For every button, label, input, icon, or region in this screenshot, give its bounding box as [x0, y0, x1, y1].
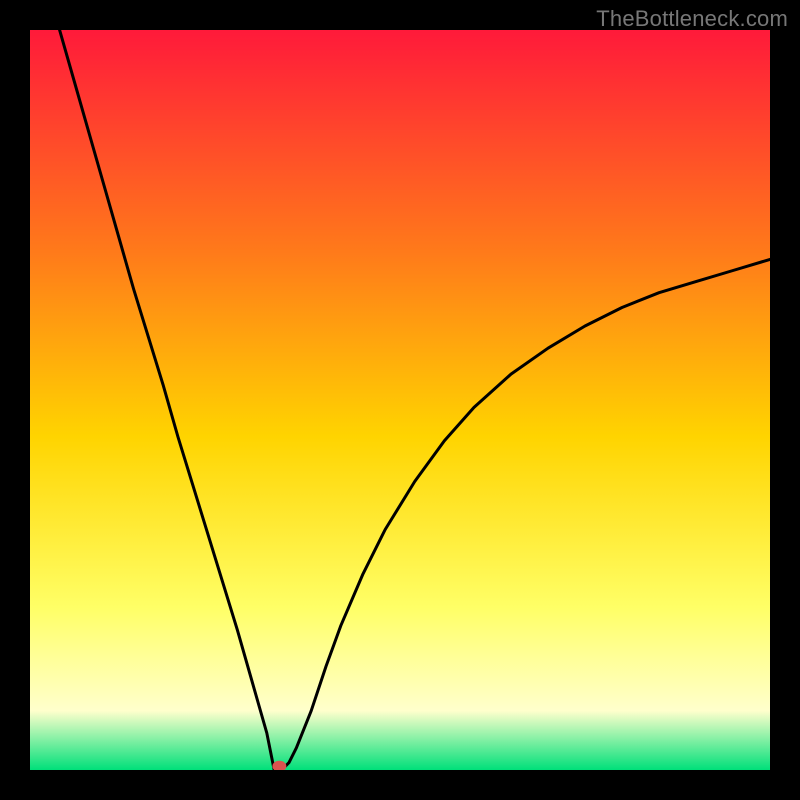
- watermark-text: TheBottleneck.com: [596, 6, 788, 32]
- chart-svg: [30, 30, 770, 770]
- plot-area: [30, 30, 770, 770]
- gradient-background: [30, 30, 770, 770]
- chart-frame: TheBottleneck.com: [0, 0, 800, 800]
